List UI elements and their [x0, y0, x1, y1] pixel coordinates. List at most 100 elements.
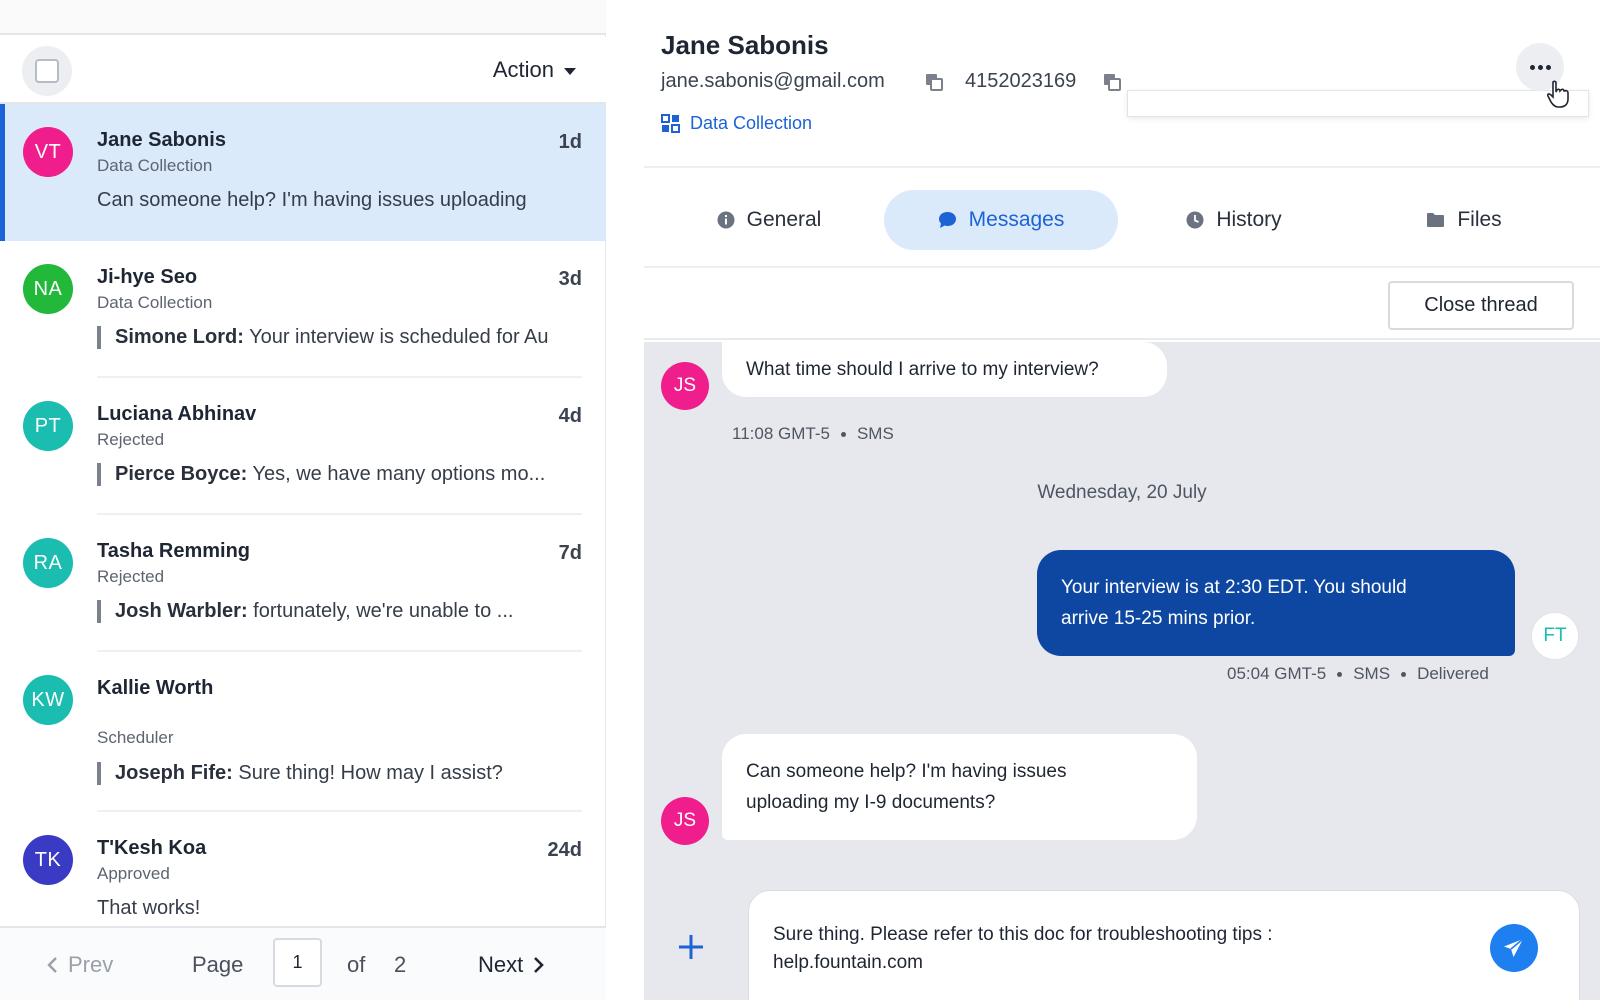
message-line: arrive 15-25 mins prior. [1061, 608, 1256, 629]
conversation-stage: Approved [97, 864, 170, 883]
outgoing-message-bubble: Your interview is at 2:30 EDT. You shoul… [1037, 550, 1515, 656]
close-thread-button[interactable]: Close thread [1388, 281, 1574, 330]
next-page-button[interactable]: Next [478, 952, 545, 978]
message-input[interactable]: Sure thing. Please refer to this doc for… [748, 890, 1580, 1000]
composer-line: Sure thing. Please refer to this doc for… [773, 924, 1273, 945]
contact-name: Jane Sabonis [661, 30, 829, 60]
send-button[interactable] [1490, 924, 1538, 972]
panel-gap [606, 0, 644, 1000]
contact-email: jane.sabonis@gmail.com [661, 70, 885, 92]
dot [1545, 64, 1551, 70]
avatar: KW [23, 675, 73, 725]
avatar: VT [23, 127, 73, 177]
avatar: JS [661, 797, 709, 845]
conversation-stage: Data Collection [97, 293, 213, 312]
message-line: uploading my I-9 documents? [746, 792, 996, 813]
date-separator: Wednesday, 20 July [1037, 482, 1207, 503]
conversation-item[interactable]: TK T'Kesh Koa 24d Approved That works! [0, 812, 606, 926]
page-label: Page [192, 952, 244, 977]
copy-email-icon[interactable] [924, 72, 944, 92]
message-channel: SMS [856, 424, 894, 443]
chevron-left-icon [47, 957, 57, 973]
list-top-strip [0, 0, 606, 35]
tab-messages[interactable]: Messages [884, 190, 1118, 250]
avatar: TK [23, 835, 73, 885]
detail-tabs: General Messages History Files [644, 168, 1600, 268]
tab-history[interactable]: History [1164, 190, 1304, 250]
preview-sender: Pierce Boyce: [115, 463, 248, 485]
chevron-right-icon [534, 957, 545, 973]
separator-dot [1337, 672, 1343, 678]
action-dropdown-button[interactable]: Action [493, 57, 576, 83]
select-all-checkbox[interactable] [22, 46, 72, 96]
conversation-age: 7d [558, 542, 582, 564]
avatar: JS [661, 362, 709, 410]
plus-icon[interactable] [676, 932, 706, 962]
hand-cursor-icon [1546, 80, 1569, 108]
message-composer: Sure thing. Please refer to this doc for… [644, 862, 1600, 1000]
conversation-name: Tasha Remming [97, 540, 250, 562]
stage-label: Data Collection [690, 113, 813, 133]
avatar: PT [23, 401, 73, 451]
prev-page-button[interactable]: Prev [46, 952, 113, 978]
conversation-preview: Pierce Boyce: Yes, we have many options … [97, 463, 582, 486]
preview-text: Sure thing! How may I assist? [232, 762, 503, 784]
message-line: Can someone help? I'm having issues [746, 761, 1067, 782]
preview-text: Your interview is scheduled for Au [243, 326, 549, 348]
send-icon [1504, 938, 1524, 957]
tab-label: General [746, 208, 822, 231]
conversation-item[interactable]: RA Tasha Remming 7d Rejected Josh Warble… [0, 515, 606, 652]
conversation-stage: Scheduler [97, 728, 174, 747]
conversation-name: Jane Sabonis [97, 129, 226, 151]
conversation-stage: Data Collection [97, 156, 213, 175]
list-header: Action [0, 37, 606, 104]
conversation-detail-panel: Jane Sabonis jane.sabonis@gmail.com 4152… [644, 0, 1600, 1000]
preview-sender: Joseph Fife: [115, 762, 233, 784]
conversation-item[interactable]: NA Ji-hye Seo 3d Data Collection Simone … [0, 241, 606, 378]
stage-link[interactable]: Data Collection [661, 113, 812, 134]
contact-phone: 4152023169 [965, 70, 1077, 92]
tab-label: Messages [968, 208, 1065, 231]
pagination: Prev Page 1 of 2 Next [0, 926, 606, 1000]
conversation-preview: That works! [97, 897, 201, 919]
dot [1529, 64, 1535, 70]
page-number-input[interactable]: 1 [273, 938, 322, 987]
conversation-stage: Rejected [97, 567, 165, 586]
next-label: Next [478, 952, 524, 977]
total-pages: 2 [394, 952, 407, 977]
message-input-text[interactable]: Sure thing. Please refer to this doc for… [773, 921, 1473, 977]
checkbox-box[interactable] [35, 59, 59, 83]
copy-phone-icon[interactable] [1102, 72, 1122, 92]
message-channel: SMS [1353, 664, 1391, 683]
stage-icon [661, 114, 680, 133]
separator-dot [1401, 672, 1407, 678]
tab-files[interactable]: Files [1409, 190, 1519, 250]
conversation-name: Kallie Worth [97, 677, 214, 699]
info-icon [717, 211, 735, 229]
preview-sender: Simone Lord: [115, 326, 244, 348]
conversation-age: 1d [558, 131, 582, 153]
preview-sender: Josh Warbler: [115, 600, 248, 622]
message-text: What time should I arrive to my intervie… [746, 359, 1099, 380]
conversation-item[interactable]: KW Kallie Worth Scheduler Joseph Fife: S… [0, 652, 606, 812]
contact-header: Jane Sabonis jane.sabonis@gmail.com 4152… [644, 0, 1600, 168]
conversation-preview: Can someone help? I'm having issues uplo… [97, 189, 527, 211]
conversation-name: Luciana Abhinav [97, 403, 257, 425]
message-line: Your interview is at 2:30 EDT. You shoul… [1061, 577, 1407, 598]
action-label: Action [492, 57, 554, 82]
conversation-item[interactable]: VT Jane Sabonis 1d Data Collection Can s… [0, 104, 606, 241]
composer-line: help.fountain.com [773, 952, 923, 973]
conversation-list: VT Jane Sabonis 1d Data Collection Can s… [0, 104, 606, 926]
conversation-stage: Rejected [97, 430, 165, 449]
chat-bubble-icon [938, 212, 956, 228]
tab-label: History [1216, 208, 1282, 231]
message-meta: 11:08 GMT-5 SMS [732, 424, 894, 444]
folder-icon [1427, 213, 1445, 227]
tab-general[interactable]: General [704, 190, 834, 250]
message-time: 05:04 GMT-5 [1227, 664, 1327, 683]
dot [1537, 64, 1543, 70]
message-meta: 05:04 GMT-5 SMS Delivered [1227, 664, 1489, 684]
incoming-message-bubble: Can someone help? I'm having issues uplo… [722, 734, 1197, 840]
conversation-item[interactable]: PT Luciana Abhinav 4d Rejected Pierce Bo… [0, 378, 606, 515]
avatar: RA [23, 538, 73, 588]
